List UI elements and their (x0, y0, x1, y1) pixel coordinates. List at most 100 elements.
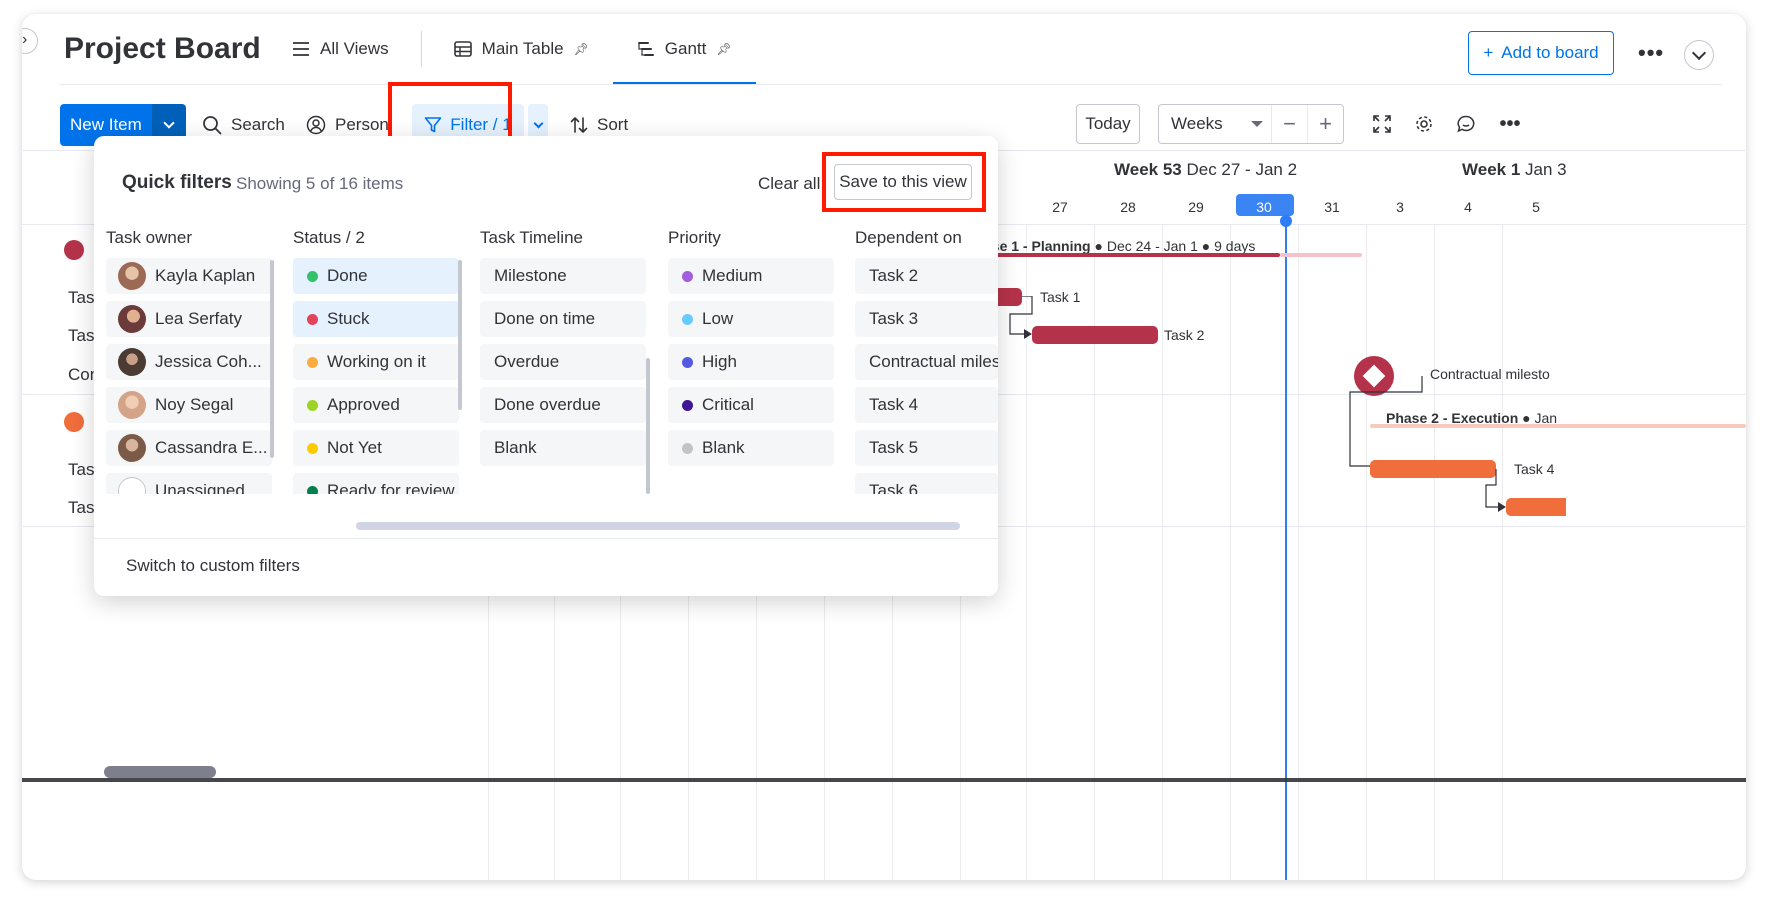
option-label: Jessica Coh... (155, 352, 262, 371)
filter-option[interactable]: Task 3 (855, 301, 998, 337)
filter-option[interactable]: Task 2 (855, 258, 998, 294)
row-label[interactable]: Tas (68, 326, 94, 346)
priority-dot (682, 313, 693, 325)
settings-button[interactable] (1408, 108, 1440, 140)
chevron-down-icon (533, 118, 543, 128)
add-to-board-button[interactable]: + Add to board (1468, 31, 1614, 75)
day-cell: 28 (1120, 199, 1136, 215)
day-cell: 3 (1396, 199, 1404, 215)
option-label: Task 2 (869, 266, 919, 285)
column-scrollbar[interactable] (270, 260, 274, 458)
column-scrollbar[interactable] (458, 260, 462, 410)
row-label[interactable]: Tas (68, 288, 94, 308)
option-label: Task 5 (869, 438, 919, 457)
filter-option[interactable]: Critical (668, 387, 834, 423)
row-label[interactable]: Tas (68, 460, 94, 480)
gantt-icon (637, 42, 654, 56)
today-button[interactable]: Today (1076, 104, 1140, 144)
filter-option[interactable]: Done on time (480, 301, 646, 337)
option-label: Done on time (494, 309, 596, 328)
filter-option[interactable]: Medium (668, 258, 834, 294)
column-header: Task owner (106, 228, 192, 247)
filter-option[interactable]: Ready for review (293, 473, 459, 494)
switch-to-custom-filters-link[interactable]: Switch to custom filters (126, 556, 300, 576)
phase-2-bar[interactable] (1370, 424, 1746, 428)
zoom-in-button[interactable]: + (1307, 105, 1343, 143)
filter-option[interactable]: Low (668, 301, 834, 337)
phase-1-bar[interactable] (982, 253, 1280, 257)
task-2-bar[interactable] (1032, 326, 1158, 344)
milestone-label: Contractual milesto (1430, 366, 1550, 382)
filter-option[interactable]: Overdue (480, 344, 646, 380)
chat-icon (1457, 115, 1475, 133)
column-scrollbar[interactable] (646, 358, 650, 494)
option-label: Lea Serfaty (155, 309, 242, 328)
phase-1-label: ase 1 - Planning ● Dec 24 - Jan 1 ● 9 da… (984, 238, 1255, 254)
avatar (118, 348, 146, 376)
horizontal-scrollbar[interactable] (104, 766, 216, 778)
filter-option[interactable]: Task 5 (855, 430, 998, 466)
group-color-dot[interactable] (64, 240, 84, 260)
task-4-bar[interactable] (1370, 460, 1496, 478)
filter-option[interactable]: Task 6 (855, 473, 998, 494)
filter-option[interactable]: Blank (668, 430, 834, 466)
zoom-out-button[interactable]: − (1271, 105, 1307, 143)
table-icon (453, 41, 472, 57)
filter-option[interactable]: Noy Segal (106, 387, 272, 423)
filter-option[interactable]: Task 4 (855, 387, 998, 423)
task-1-label: Task 1 (1040, 289, 1081, 305)
popup-horizontal-scrollbar[interactable] (356, 522, 960, 530)
option-label: Approved (327, 395, 400, 414)
zoom-select[interactable]: Weeks (1159, 105, 1271, 143)
person-icon (306, 115, 326, 135)
filter-option[interactable]: Jessica Coh... (106, 344, 272, 380)
option-label: High (702, 352, 737, 371)
expand-icon (1373, 115, 1391, 133)
tab-all-views[interactable]: All Views (284, 14, 413, 84)
task-5-bar[interactable] (1506, 498, 1566, 516)
more-options-icon[interactable]: ••• (1638, 40, 1664, 66)
filter-option[interactable]: Working on it (293, 344, 459, 380)
menu-icon (293, 42, 309, 56)
option-label: Kayla Kaplan (155, 266, 256, 285)
board-title[interactable]: Project Board (64, 32, 261, 66)
filter-option[interactable]: High (668, 344, 834, 380)
tab-gantt[interactable]: Gantt 📌︎ (612, 14, 756, 84)
column-header: Task Timeline (480, 228, 583, 247)
filter-option[interactable]: Done overdue (480, 387, 646, 423)
chevron-down-icon[interactable] (1684, 40, 1714, 70)
group-color-dot[interactable] (64, 412, 84, 432)
tab-main-table[interactable]: Main Table 📌︎ (430, 14, 613, 84)
filter-option[interactable]: Blank (480, 430, 646, 466)
filter-option[interactable]: Not Yet (293, 430, 459, 466)
status-dot (307, 313, 318, 325)
dependency-arrow (1009, 296, 1033, 339)
option-label: Not Yet (327, 438, 382, 457)
filter-option[interactable]: Contractual milest... (855, 344, 998, 380)
status-dot (307, 356, 318, 368)
filter-option[interactable]: Unassigned (106, 473, 272, 494)
tab-label: Gantt (664, 39, 707, 58)
week-label-1: Week 1 Jan 3 (1462, 160, 1567, 180)
filter-option[interactable]: Approved (293, 387, 459, 423)
clear-all-button[interactable]: Clear all (758, 174, 820, 194)
task-2-label: Task 2 (1164, 327, 1205, 343)
filter-option-selected[interactable]: Done (293, 258, 459, 294)
filter-column-dependent-on: Dependent on Task 2 Task 3 Contractual m… (855, 228, 998, 494)
filter-option[interactable]: Kayla Kaplan (106, 258, 272, 294)
filter-option[interactable]: Lea Serfaty (106, 301, 272, 337)
option-label: Blank (494, 438, 537, 457)
option-label: Noy Segal (155, 395, 234, 414)
day-cell: 4 (1464, 199, 1472, 215)
zoom-control: Weeks − + (1158, 104, 1344, 144)
plus-icon: + (1483, 43, 1494, 62)
more-toolbar-options-icon[interactable]: ••• (1494, 108, 1526, 140)
expand-sidebar-button[interactable] (22, 28, 38, 54)
fullscreen-button[interactable] (1366, 108, 1398, 140)
row-label[interactable]: Tas (68, 498, 94, 518)
filter-option[interactable]: Cassandra E... (106, 430, 272, 466)
feedback-button[interactable] (1450, 108, 1482, 140)
filter-option-selected[interactable]: Stuck (293, 301, 459, 337)
filter-option[interactable]: Milestone (480, 258, 646, 294)
day-cell: 5 (1532, 199, 1540, 215)
